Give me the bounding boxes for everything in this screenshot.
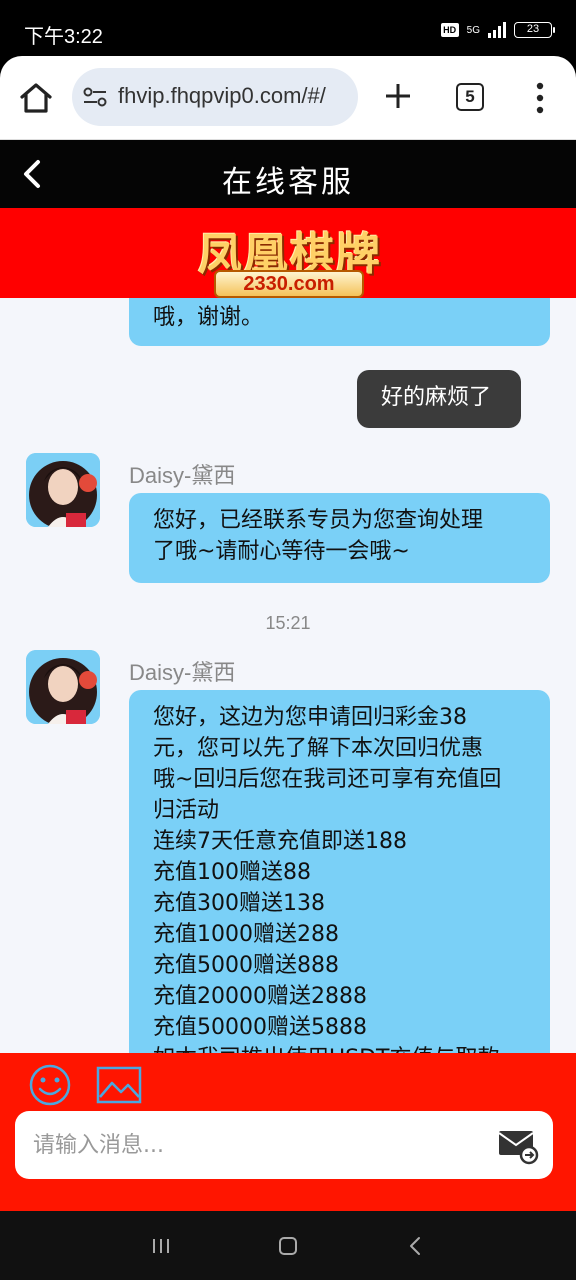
agent-avatar-image <box>26 453 100 527</box>
brand-banner: 凤凰棋牌 2330.com <box>0 208 576 298</box>
home-nav-icon[interactable] <box>273 1231 303 1261</box>
brand-domain: 2330.com <box>214 270 364 298</box>
status-icons: HD 5G 23 <box>440 22 555 38</box>
message-line: 充值20000赠送2888 <box>153 984 367 1009</box>
battery-icon: 23 <box>514 22 555 38</box>
message-line: 哦，谢谢。 <box>153 305 264 330</box>
message-input-panel <box>0 1053 576 1211</box>
smiley-icon[interactable] <box>28 1063 72 1107</box>
back-nav-icon[interactable] <box>401 1231 431 1261</box>
home-icon[interactable] <box>16 78 56 118</box>
status-time: 下午3:22 <box>24 26 103 48</box>
site-settings-icon[interactable] <box>82 85 108 109</box>
agent-message-bubble: 哦，谢谢。 <box>129 298 550 346</box>
page-title: 在线客服 <box>222 165 354 200</box>
chat-messages[interactable]: 哦，谢谢。 好的麻烦了 Daisy-黛西 您好，已经联系专员为您查询处理 了哦~… <box>0 298 576 1053</box>
message-line: 哦~回归后您在我司还可享有充值回 <box>153 767 502 792</box>
message-line: 如本我司推出使用USDT充值与取款 <box>153 1043 526 1053</box>
message-input[interactable] <box>33 1123 493 1167</box>
image-icon[interactable] <box>96 1065 142 1105</box>
more-vert-icon[interactable] <box>530 80 550 116</box>
message-line: 元，您可以先了解下本次回归优惠 <box>153 736 484 761</box>
user-message-bubble: 好的麻烦了 <box>357 370 521 428</box>
message-line: 充值300赠送138 <box>153 891 325 916</box>
browser-toolbar: fhvip.fhqpvip0.com/#/ 5 <box>0 56 576 140</box>
message-input-box[interactable] <box>15 1111 553 1179</box>
tab-switcher-button[interactable]: 5 <box>456 83 484 111</box>
avatar <box>26 453 100 527</box>
message-line: 您好，已经联系专员为您查询处理 <box>153 508 484 533</box>
agent-message-bubble: 您好，已经联系专员为您查询处理 了哦~请耐心等待一会哦~ <box>129 493 550 583</box>
message-line: 充值5000赠送888 <box>153 953 339 978</box>
message-line: 连续7天任意充值即送188 <box>153 829 407 854</box>
message-timestamp: 15:21 <box>265 613 311 633</box>
agent-avatar-image <box>26 650 100 724</box>
sender-name: Daisy-黛西 <box>129 660 236 685</box>
brand-logo: 凤凰棋牌 2330.com <box>190 216 390 298</box>
avatar <box>26 650 100 724</box>
url-text: fhvip.fhqpvip0.com/#/ <box>118 83 326 108</box>
mail-send-icon[interactable] <box>497 1125 539 1165</box>
address-bar[interactable]: fhvip.fhqpvip0.com/#/ <box>72 68 358 126</box>
status-bar: 下午3:22 HD 5G 23 <box>0 0 576 56</box>
recent-apps-icon[interactable] <box>146 1231 176 1261</box>
message-line: 归活动 <box>153 798 220 823</box>
message-line: 您好，这边为您申请回归彩金38 <box>153 705 467 730</box>
message-line: 了哦~请耐心等待一会哦~ <box>153 539 410 564</box>
signal-icon <box>488 22 506 38</box>
message-line: 充值100赠送88 <box>153 860 311 885</box>
message-line: 充值50000赠送5888 <box>153 1015 367 1040</box>
page-header: 在线客服 <box>0 140 576 208</box>
sender-name: Daisy-黛西 <box>129 463 236 488</box>
plus-icon[interactable] <box>380 78 416 114</box>
hd-badge: HD <box>440 23 459 37</box>
network-type: 5G <box>466 24 480 36</box>
message-line: 充值1000赠送288 <box>153 922 339 947</box>
system-nav-bar <box>0 1211 576 1280</box>
message-line: 好的麻烦了 <box>381 385 492 410</box>
agent-message-bubble: 您好，这边为您申请回归彩金38 元，您可以先了解下本次回归优惠 哦~回归后您在我… <box>129 690 550 1053</box>
